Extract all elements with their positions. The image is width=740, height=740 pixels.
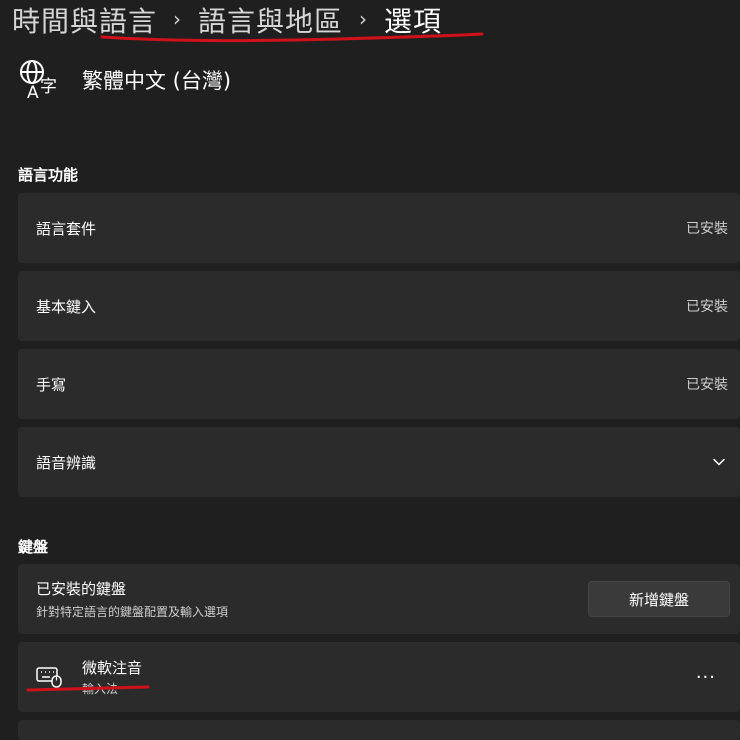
installed-keyboards-text: 已安裝的鍵盤 針對特定語言的鍵盤配置及輸入選項 — [36, 578, 588, 620]
chevron-down-icon[interactable] — [712, 455, 726, 469]
feature-label: 手寫 — [36, 375, 67, 394]
feature-label: 語言套件 — [36, 219, 97, 238]
installed-keyboards-title: 已安裝的鍵盤 — [36, 580, 127, 598]
feature-handwriting: 手寫 已安裝 — [18, 349, 740, 419]
svg-text:字: 字 — [40, 77, 57, 97]
feature-speech-recognition[interactable]: 語音辨識 — [18, 427, 740, 497]
keyboard-item-name: 微軟注音 — [82, 659, 143, 677]
feature-status: 已安裝 — [686, 377, 728, 393]
feature-label: 語音辨識 — [36, 453, 97, 472]
breadcrumb: 時間與語言 › 語言與地區 › 選項 — [12, 0, 442, 40]
installed-keyboards-card: 已安裝的鍵盤 針對特定語言的鍵盤配置及輸入選項 新增鍵盤 — [18, 564, 740, 634]
feature-basic-typing: 基本鍵入 已安裝 — [18, 271, 740, 341]
feature-status: 已安裝 — [686, 299, 728, 315]
breadcrumb-separator: › — [173, 7, 183, 31]
section-heading-language-features: 語言功能 — [18, 166, 79, 184]
more-options-icon[interactable]: ··· — [696, 667, 716, 688]
keyboard-icon — [36, 667, 62, 688]
keyboard-item-type: 輸入法 — [82, 682, 119, 696]
add-keyboard-button[interactable]: 新增鍵盤 — [588, 581, 730, 617]
next-card — [18, 720, 740, 740]
section-heading-keyboard: 鍵盤 — [18, 538, 49, 556]
feature-status: 已安裝 — [686, 221, 728, 237]
feature-language-pack: 語言套件 已安裝 — [18, 193, 740, 263]
breadcrumb-separator: › — [359, 7, 369, 31]
svg-text:A: A — [27, 83, 39, 102]
language-title: 繁體中文 (台灣) — [82, 69, 232, 93]
keyboard-item-bopomofo[interactable]: 微軟注音 輸入法 ··· — [18, 642, 740, 712]
feature-label: 基本鍵入 — [36, 297, 97, 316]
breadcrumb-language-region[interactable]: 語言與地區 — [198, 0, 343, 40]
breadcrumb-current-options: 選項 — [384, 5, 443, 38]
installed-keyboards-subtitle: 針對特定語言的鍵盤配置及輸入選項 — [36, 605, 229, 619]
keyboard-item-text: 微軟注音 輸入法 — [82, 657, 142, 697]
language-header: A 字 繁體中文 (台灣) — [18, 58, 231, 102]
breadcrumb-time-language[interactable]: 時間與語言 — [12, 0, 157, 40]
language-icon: A 字 — [20, 60, 57, 102]
